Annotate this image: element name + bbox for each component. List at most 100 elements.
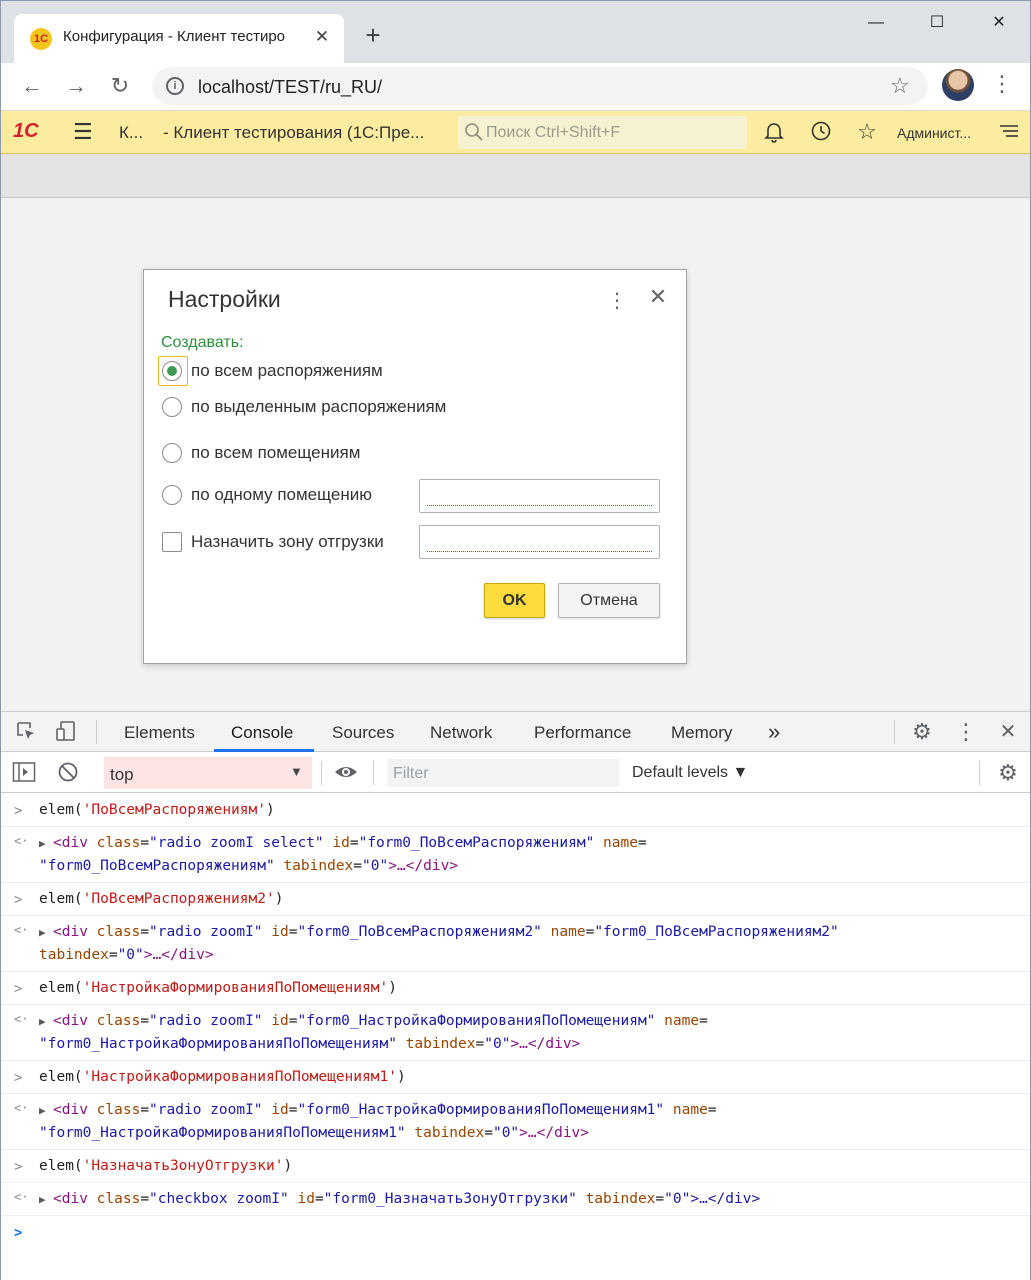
attr-value: "radio zoomI" [149, 1013, 263, 1029]
console-result[interactable]: <· ▶ <div class="radio zoomI" id="form0_На… [1, 1094, 1030, 1150]
tab-console[interactable]: Console [231, 723, 293, 743]
command-argument: 'ПоВсемРаспоряжениям2' [82, 891, 275, 907]
shipping-zone-input[interactable] [419, 525, 660, 559]
room-input[interactable] [419, 479, 660, 513]
attr-value: "form0_НастройкаФормированияПоПомещениям… [297, 1102, 665, 1118]
expand-triangle-icon[interactable]: ▶ [39, 1099, 53, 1122]
console-command: > elem('ПоВсемРаспоряжениям2') [1, 883, 1030, 916]
devtools-menu-icon[interactable]: ⋮ [954, 720, 978, 744]
expand-triangle-icon[interactable]: ▶ [39, 1010, 53, 1033]
attr-name: id [271, 1102, 289, 1118]
window-close-button[interactable]: ✕ [977, 9, 1021, 37]
radio-label: по всем распоряжениям [191, 361, 383, 380]
url-text: localhost/TEST/ru_RU/ [198, 77, 383, 97]
console-result[interactable]: <· ▶ <div class="checkbox zoomI" id="form0… [1, 1183, 1030, 1216]
attr-name: id [332, 835, 350, 851]
hamburger-menu-icon[interactable]: ☰ [73, 120, 97, 144]
console-toolbar: top ▼ Filter Default levels ▼ ⚙ [1, 753, 1030, 793]
attr-value: "radio zoomI" [149, 924, 263, 940]
command-close: ) [396, 1069, 406, 1085]
attr-name: name [603, 835, 638, 851]
checkbox-label: Назначить зону отгрузки [191, 532, 384, 551]
tag-close: >…</div> [143, 947, 214, 963]
radio-button[interactable] [162, 397, 182, 417]
attr-value: "radio zoomI" [149, 1102, 263, 1118]
site-info-icon[interactable]: i [166, 77, 184, 95]
expand-triangle-icon[interactable]: ▶ [39, 832, 53, 855]
log-levels-dropdown[interactable]: Default levels ▼ [632, 764, 748, 782]
sidebar-toggle-icon[interactable] [12, 761, 36, 785]
settings-dialog: Настройки ⋮ ✕ Создавать: по всем распоря… [143, 269, 687, 664]
attr-name: id [271, 1013, 289, 1029]
result-arrow-icon: <· [14, 1012, 29, 1026]
command-function: elem( [39, 891, 83, 907]
new-tab-button[interactable]: + [360, 21, 386, 49]
console-settings-gear-icon[interactable]: ⚙ [996, 761, 1020, 785]
dialog-close-icon[interactable]: ✕ [646, 284, 670, 310]
devtools-tabbar: Elements Console Sources Network Perform… [1, 712, 1030, 752]
input-chevron-icon: > [14, 892, 23, 908]
tag-close: >…</div> [388, 858, 459, 874]
clear-console-icon[interactable] [56, 761, 80, 785]
tab-title: Конфигурация - Клиент тестиро [63, 28, 286, 45]
settings-menu-icon[interactable] [996, 119, 1022, 145]
console-command: > elem('НазначатьЗонуОтгрузки') [1, 1150, 1030, 1183]
user-name[interactable]: Админист... [897, 125, 971, 141]
tab-network[interactable]: Network [430, 723, 492, 743]
more-options-icon[interactable]: ⋮ [607, 288, 627, 313]
devtools-close-icon[interactable]: ✕ [996, 720, 1020, 744]
minimize-button[interactable]: — [854, 9, 898, 37]
result-arrow-icon: <· [14, 1101, 29, 1115]
radio-button[interactable] [162, 443, 182, 463]
input-chevron-icon: > [14, 1159, 23, 1175]
tab-elements[interactable]: Elements [124, 723, 195, 743]
attr-name: tabindex [283, 858, 354, 874]
browser-menu-icon[interactable]: ⋮ [991, 71, 1013, 97]
radio-button[interactable] [162, 485, 182, 505]
bookmark-star-icon[interactable]: ☆ [890, 73, 910, 99]
reload-icon[interactable]: ↻ [105, 71, 135, 101]
devtools-settings-gear-icon[interactable]: ⚙ [910, 720, 934, 744]
tab-memory[interactable]: Memory [671, 723, 732, 743]
tab-close-icon[interactable]: ✕ [312, 24, 332, 50]
console-prompt[interactable]: > [1, 1216, 1030, 1248]
app-short-title[interactable]: К... [119, 123, 143, 143]
tab-performance[interactable]: Performance [534, 723, 631, 743]
more-tabs-icon[interactable]: » [768, 719, 780, 745]
global-search-input[interactable]: Поиск Ctrl+Shift+F [458, 116, 747, 149]
history-icon[interactable] [808, 119, 834, 145]
profile-avatar[interactable] [942, 69, 974, 101]
favorites-star-icon[interactable]: ☆ [854, 119, 880, 145]
attr-value: "checkbox zoomI" [149, 1191, 289, 1207]
context-selector[interactable]: top ▼ [104, 757, 312, 789]
attr-name: tabindex [39, 947, 109, 963]
expand-triangle-icon[interactable]: ▶ [39, 921, 53, 944]
bell-icon[interactable] [761, 119, 787, 145]
checkbox[interactable] [162, 532, 182, 552]
console-filter-input[interactable]: Filter [387, 759, 619, 787]
ok-button[interactable]: OK [484, 583, 545, 618]
attr-name: class [96, 1102, 141, 1118]
favicon-1c-icon: 1С [30, 28, 52, 50]
tab-sources[interactable]: Sources [332, 723, 394, 743]
dropdown-arrow-icon: ▼ [290, 764, 303, 779]
inspect-element-icon[interactable] [14, 720, 38, 744]
maximize-button[interactable]: ☐ [915, 9, 959, 37]
back-arrow-icon[interactable]: ← [17, 71, 47, 101]
console-result[interactable]: <· ▶ <div class="radio zoomI select" id="f… [1, 827, 1030, 883]
address-bar[interactable]: i localhost/TEST/ru_RU/ ☆ [152, 67, 928, 105]
attr-name: tabindex [405, 1036, 476, 1052]
forward-arrow-icon[interactable]: → [61, 71, 91, 101]
console-result[interactable]: <· ▶ <div class="radio zoomI" id="form0_На… [1, 1005, 1030, 1061]
radio-button-checked[interactable] [162, 361, 182, 381]
cancel-button[interactable]: Отмена [558, 583, 660, 618]
attr-name: id [297, 1191, 315, 1207]
browser-tab[interactable]: 1С Конфигурация - Клиент тестиро ✕ [14, 14, 344, 63]
separator [373, 761, 374, 785]
live-expression-eye-icon[interactable] [334, 761, 358, 785]
input-chevron-icon: > [14, 981, 23, 997]
expand-triangle-icon[interactable]: ▶ [39, 1188, 53, 1211]
console-result[interactable]: <· ▶ <div class="radio zoomI" id="form0_По… [1, 916, 1030, 972]
device-toolbar-icon[interactable] [54, 720, 78, 744]
context-value: top [110, 765, 134, 784]
